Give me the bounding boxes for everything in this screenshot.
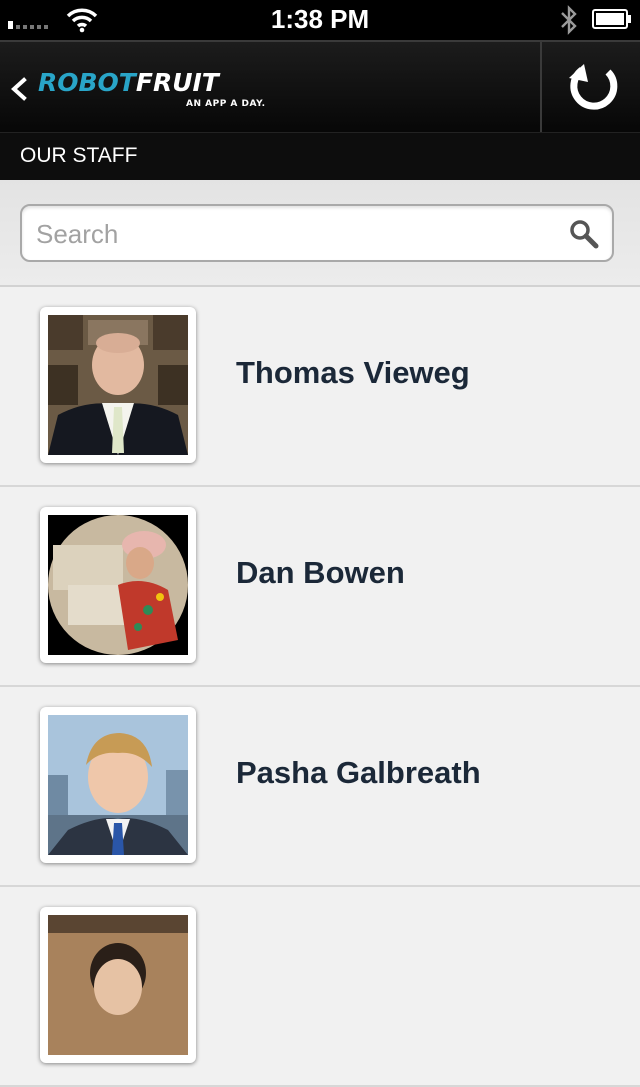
navigation-bar: ROBOTFRUIT AN APP A DAY. (0, 40, 640, 132)
chevron-left-icon (11, 77, 27, 101)
list-item[interactable]: Thomas Vieweg (0, 287, 640, 487)
status-bar: 1:38 PM (0, 0, 640, 40)
refresh-button[interactable] (542, 42, 640, 132)
app-logo: ROBOTFRUIT AN APP A DAY. (38, 68, 265, 110)
bluetooth-icon (561, 5, 577, 35)
section-header: OUR STAFF (0, 132, 640, 181)
avatar-frame (40, 907, 196, 1063)
refresh-icon (569, 64, 618, 110)
list-item[interactable]: Pasha Galbreath (0, 687, 640, 887)
avatar-frame (40, 507, 196, 663)
avatar (48, 515, 188, 655)
staff-list: Thomas Vieweg Dan Bowen Pasha Galbreath (0, 287, 640, 1087)
avatar (48, 315, 188, 455)
list-item[interactable]: Dan Bowen (0, 487, 640, 687)
search-bar (0, 180, 640, 287)
staff-name: Dan Bowen (236, 555, 405, 590)
status-time: 1:38 PM (270, 4, 370, 34)
page-title: OUR STAFF (20, 144, 138, 167)
logo-part-fruit: FRUIT (135, 68, 219, 97)
search-input[interactable] (34, 206, 558, 262)
back-button[interactable] (8, 76, 30, 102)
avatar (48, 915, 188, 1055)
staff-name: Pasha Galbreath (236, 755, 481, 790)
logo-tagline: AN APP A DAY. (186, 99, 266, 109)
logo-part-robot: ROBOT (38, 68, 136, 97)
avatar (48, 715, 188, 855)
staff-name: Thomas Vieweg (236, 355, 470, 390)
avatar-frame (40, 707, 196, 863)
list-item[interactable] (0, 887, 640, 1087)
search-box[interactable] (20, 204, 614, 262)
search-icon[interactable] (568, 218, 600, 250)
battery-icon (592, 9, 631, 29)
avatar-frame (40, 307, 196, 463)
